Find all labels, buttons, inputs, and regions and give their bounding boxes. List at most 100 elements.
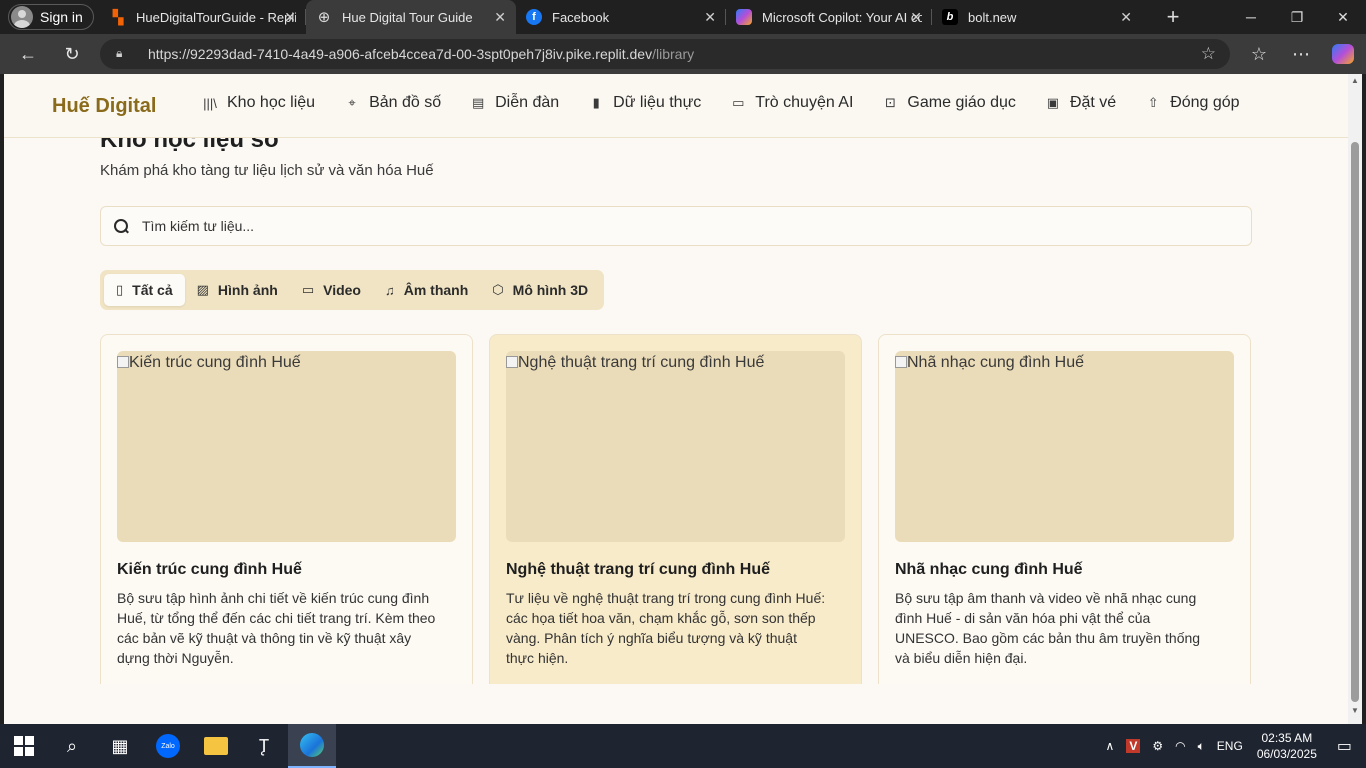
close-tab-icon[interactable]: ✕ — [704, 9, 716, 26]
back-button[interactable]: ← — [11, 37, 45, 71]
vietkey-icon[interactable]: V — [1126, 739, 1141, 753]
document-icon: ▤ — [471, 95, 485, 110]
system-tray: ∧ V ⚙ ◠ 🔈︎ ENG 02:35 AM 06/03/2025 ▭ — [1100, 724, 1366, 768]
map-pin-icon: ⌖ — [348, 95, 356, 110]
card-title: Nhã nhạc cung đình Huế — [895, 561, 1083, 578]
browser-address-bar: ← ↻ 🔒︎ https://92293dad-7410-4a49-a906-a… — [0, 34, 1366, 74]
url-field[interactable]: 🔒︎ https://92293dad-7410-4a49-a906-afceb… — [100, 39, 1230, 69]
favorite-star-icon[interactable]: ☆ — [1201, 44, 1216, 64]
close-tab-icon[interactable]: ✕ — [494, 9, 506, 26]
chevron-up-icon[interactable]: ∧ — [1106, 739, 1115, 753]
library-card[interactable]: Nghệ thuật trang trí cung đình Huế Nghệ … — [489, 334, 862, 684]
site-info-icon[interactable]: 🔒︎ — [116, 46, 132, 62]
scroll-up-icon[interactable]: ▲ — [1351, 76, 1359, 85]
broken-image-icon — [895, 356, 907, 368]
task-view-icon[interactable]: ▦ — [96, 724, 144, 768]
volume-icon[interactable]: 🔈︎ — [1198, 739, 1205, 754]
scrollbar-thumb[interactable] — [1351, 142, 1359, 702]
close-tab-icon[interactable]: ✕ — [910, 9, 922, 26]
refresh-button[interactable]: ↻ — [55, 37, 89, 71]
headphones-icon: ♫ — [384, 282, 395, 298]
facebook-icon: f — [526, 9, 542, 25]
tab-bolt[interactable]: b bolt.new ✕ — [932, 0, 1142, 34]
filter-label: Mô hình 3D — [512, 282, 589, 298]
zalo-icon[interactable]: Zalo — [144, 724, 192, 768]
site-header: Huế Digital |||\ Kho học liệu ⌖ Bản đồ s… — [4, 74, 1348, 138]
nav-tro-chuyen-ai[interactable]: ▭ Trò chuyện AI — [730, 94, 853, 112]
filter-label: Hình ảnh — [217, 282, 278, 298]
page-viewport: Huế Digital |||\ Kho học liệu ⌖ Bản đồ s… — [4, 74, 1348, 724]
filter-label: Video — [323, 282, 361, 298]
upload-icon: ⇧ — [1147, 95, 1159, 110]
new-tab-button[interactable]: + — [1158, 4, 1188, 30]
more-menu-icon[interactable]: ⋯ — [1286, 34, 1316, 74]
broken-image-icon — [117, 356, 129, 368]
card-description: Bộ sưu tập âm thanh và video về nhã nhạc… — [895, 590, 1201, 666]
clock[interactable]: 02:35 AM 06/03/2025 — [1257, 730, 1317, 762]
minimize-icon[interactable]: ─ — [1228, 0, 1274, 34]
nav-label: Đóng góp — [1170, 94, 1240, 111]
tab-facebook[interactable]: f Facebook ✕ — [516, 0, 726, 34]
card-image-alt: Nhã nhạc cung đình Huế — [907, 354, 1085, 371]
profile-avatar-icon — [11, 6, 33, 28]
site-logo[interactable]: Huế Digital — [52, 95, 156, 118]
nav-kho-hoc-lieu[interactable]: |||\ Kho học liệu — [202, 94, 315, 112]
close-window-icon[interactable]: ✕ — [1320, 0, 1366, 34]
search-input[interactable] — [142, 218, 1142, 234]
filter-label: Tất cả — [132, 282, 173, 298]
tab-title: HueDigitalTourGuide - Replit — [136, 9, 296, 25]
tab-copilot[interactable]: Microsoft Copilot: Your AI co ✕ — [726, 0, 932, 34]
gamepad-icon: ⊡ — [884, 95, 896, 110]
restore-icon[interactable]: ❐ — [1274, 0, 1320, 34]
bolt-icon: b — [942, 9, 958, 25]
sign-in-label: Sign in — [40, 9, 83, 25]
library-card[interactable]: Nhã nhạc cung đình Huế Nhã nhạc cung đìn… — [878, 334, 1251, 684]
edge-browser-icon[interactable] — [288, 724, 336, 768]
nav-dat-ve[interactable]: ▣ Đặt vé — [1045, 94, 1116, 112]
nav-du-lieu-thuc[interactable]: ▮ Dữ liệu thực — [588, 94, 702, 112]
filter-images[interactable]: ▨ Hình ảnh — [185, 274, 290, 306]
windows-start-icon[interactable] — [0, 724, 48, 768]
image-icon: ▨ — [196, 282, 209, 297]
filter-tabs: ▯ Tất cả ▨ Hình ảnh ▭ Video ♫ Âm thanh ⬡… — [100, 270, 605, 310]
nav-label: Kho học liệu — [227, 94, 316, 111]
nav-game-giao-duc[interactable]: ⊡ Game giáo dục — [882, 94, 1016, 112]
card-title: Nghệ thuật trang trí cung đình Huế — [506, 561, 770, 578]
tab-replit[interactable]: ▚ HueDigitalTourGuide - Replit ✕ — [100, 0, 306, 34]
tab-hue-digital[interactable]: ⊕ Hue Digital Tour Guide ✕ — [306, 0, 516, 34]
wifi-icon[interactable]: ◠ — [1175, 739, 1185, 753]
nav-dien-dan[interactable]: ▤ Diễn đàn — [470, 94, 559, 112]
card-image-alt: Kiến trúc cung đình Huế — [129, 354, 301, 371]
notifications-icon[interactable]: ▭ — [1337, 736, 1352, 756]
nav-ban-do-so[interactable]: ⌖ Bản đồ số — [344, 94, 441, 112]
file-explorer-icon[interactable] — [192, 724, 240, 768]
copilot-sidebar-icon[interactable] — [1328, 34, 1358, 74]
nav-label: Đặt vé — [1069, 94, 1117, 111]
library-card[interactable]: Kiến trúc cung đình Huế Kiến trúc cung đ… — [100, 334, 473, 684]
sign-in-button[interactable]: Sign in — [8, 4, 94, 30]
network-settings-icon[interactable]: ⚙ — [1152, 739, 1163, 753]
close-tab-icon[interactable]: ✕ — [284, 9, 296, 26]
scroll-down-icon[interactable]: ▼ — [1351, 706, 1359, 715]
nav-dong-gop[interactable]: ⇧ Đóng góp — [1145, 94, 1240, 112]
text-input-icon[interactable]: Ꚑ — [240, 724, 288, 768]
cube-icon: ⬡ — [492, 282, 504, 297]
filter-video[interactable]: ▭ Video — [290, 274, 373, 306]
card-description: Tư liệu về nghệ thuật trang trí trong cu… — [506, 590, 826, 666]
page-scrollbar[interactable]: ▲ ▼ — [1348, 74, 1362, 724]
filter-all[interactable]: ▯ Tất cả — [104, 274, 185, 306]
window-controls: ─ ❐ ✕ — [1228, 0, 1366, 34]
filter-audio[interactable]: ♫ Âm thanh — [373, 274, 480, 306]
search-icon[interactable]: ⌕ — [48, 724, 96, 768]
language-indicator[interactable]: ENG — [1217, 739, 1243, 753]
nav-label: Trò chuyện AI — [755, 94, 854, 111]
card-image-alt: Nghệ thuật trang trí cung đình Huế — [518, 354, 765, 371]
book-icon: ▯ — [116, 282, 124, 297]
card-image: Kiến trúc cung đình Huế — [117, 351, 456, 542]
filter-3d-model[interactable]: ⬡ Mô hình 3D — [480, 274, 600, 306]
tab-title: Facebook — [552, 9, 610, 25]
broken-image-icon — [506, 356, 518, 368]
favorites-icon[interactable]: ☆ — [1244, 34, 1274, 74]
close-tab-icon[interactable]: ✕ — [1120, 9, 1132, 26]
tab-title: Microsoft Copilot: Your AI co — [762, 9, 922, 25]
